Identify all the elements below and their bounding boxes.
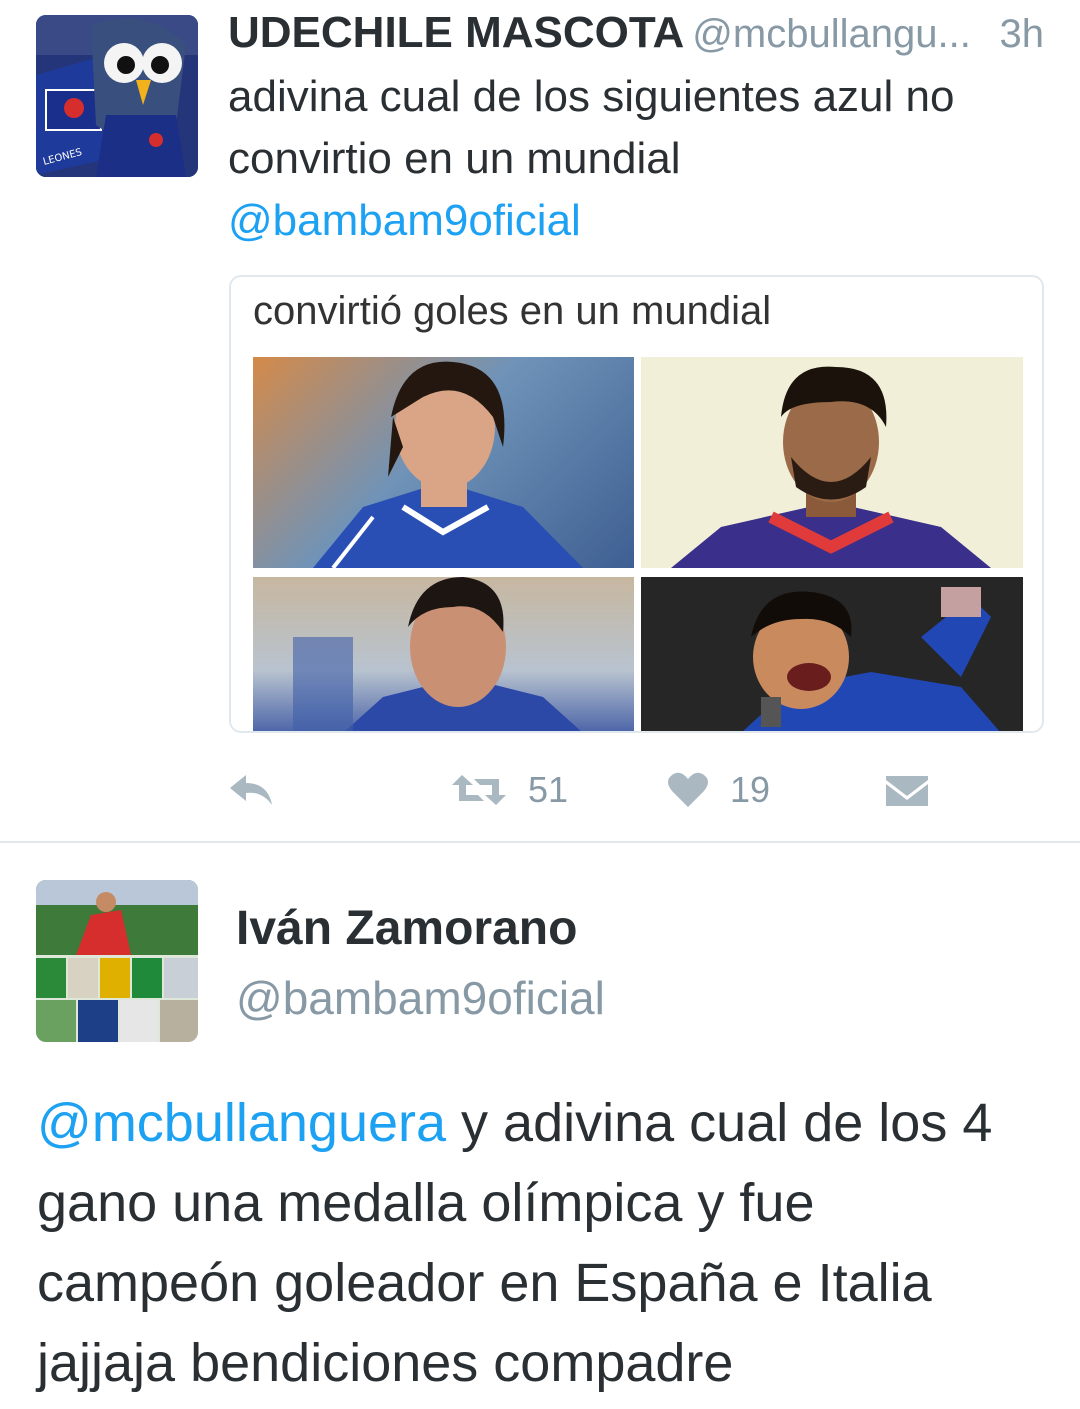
player-photo-3[interactable] xyxy=(253,577,634,731)
owl-mascot-image: LEONES xyxy=(36,15,198,177)
tweet-ivan-zamorano[interactable]: Iván Zamorano @bambam9oficial @mcbullang… xyxy=(0,843,1080,1409)
display-name[interactable]: Iván Zamorano xyxy=(236,901,577,956)
timestamp[interactable]: 3h xyxy=(993,12,1044,57)
retweet-button[interactable]: 51 xyxy=(452,760,568,820)
collage-image xyxy=(36,880,198,1042)
tweet-actions: 51 19 xyxy=(228,760,988,820)
avatar[interactable] xyxy=(36,880,198,1042)
tweet-body: adivina cual de los siguientes azul no c… xyxy=(228,72,955,183)
media-card[interactable]: convirtió goles en un mundial xyxy=(229,275,1044,733)
reply-icon xyxy=(230,775,272,805)
mention-link[interactable]: @bambam9oficial xyxy=(228,196,581,245)
player-photo-2[interactable] xyxy=(641,357,1023,568)
user-handle[interactable]: @mcbullangu... xyxy=(692,12,971,56)
like-count: 19 xyxy=(730,769,771,810)
tweet-header: UDECHILE MASCOTA @mcbullangu... 3h xyxy=(228,8,1058,64)
heart-icon xyxy=(668,772,708,807)
player-photo-4[interactable] xyxy=(641,577,1023,731)
player-image xyxy=(293,577,581,731)
player-photo-1[interactable] xyxy=(253,357,634,568)
tweet-text: @mcbullanguera y adivina cual de los 4 g… xyxy=(37,1083,1047,1403)
avatar[interactable]: LEONES xyxy=(36,15,198,177)
user-handle[interactable]: @bambam9oficial xyxy=(236,971,605,1025)
like-button[interactable]: 19 xyxy=(668,760,770,820)
player-image xyxy=(313,361,583,568)
retweet-count: 51 xyxy=(528,769,569,810)
player-image xyxy=(641,577,1023,731)
mention-link[interactable]: @mcbullanguera xyxy=(37,1093,446,1153)
direct-message-button[interactable] xyxy=(886,760,928,820)
display-name[interactable]: UDECHILE MASCOTA xyxy=(228,8,684,57)
reply-button[interactable] xyxy=(228,760,274,820)
player-image xyxy=(671,366,991,568)
retweet-icon xyxy=(452,775,506,805)
card-title: convirtió goles en un mundial xyxy=(253,289,772,333)
tweet-text: adivina cual de los siguientes azul no c… xyxy=(228,66,1048,252)
tweet-udechile-mascota[interactable]: LEONES UDECHILE MASCOTA @mcbullangu... 3h… xyxy=(0,0,1080,842)
envelope-icon xyxy=(886,776,928,806)
